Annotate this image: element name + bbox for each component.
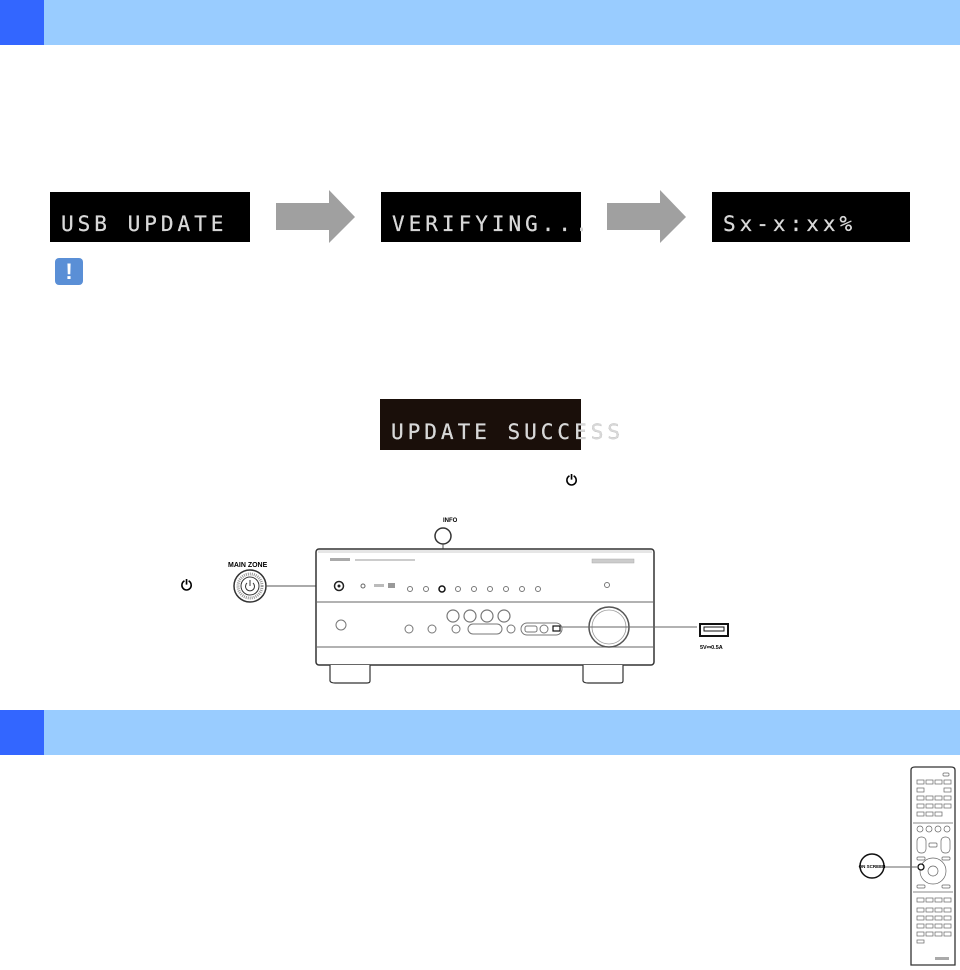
section-header-1 xyxy=(0,0,960,45)
on-screen-label: ON SCREEN xyxy=(859,864,886,869)
info-label: INFO xyxy=(443,518,458,524)
display-progress: Sx-x:xx% xyxy=(712,192,910,242)
usb-label: 5V⎓0.5A xyxy=(700,645,723,651)
display-usb-update: USB UPDATE xyxy=(50,192,250,242)
display-text: Sx-x:xx% xyxy=(723,212,857,236)
display-text: UPDATE SUCCESS xyxy=(391,420,625,444)
section-header-2 xyxy=(0,710,960,755)
arrow-right-icon xyxy=(607,190,686,243)
receiver-front-panel: INFO MAIN ZONE 5V⎓0.5A xyxy=(228,518,729,684)
display-verifying: VERIFYING... xyxy=(381,192,588,242)
main-zone-label: MAIN ZONE xyxy=(228,562,268,569)
usb-port xyxy=(552,625,561,632)
remote-control: ON SCREEN xyxy=(859,766,956,966)
power-icon: ⏻ xyxy=(181,577,193,593)
main-zone-power-knob[interactable] xyxy=(233,569,267,603)
display-update-success: UPDATE SUCCESS xyxy=(380,399,620,450)
arrow-right-icon xyxy=(276,190,355,243)
section-header-tab xyxy=(0,710,44,755)
on-screen-button[interactable] xyxy=(917,863,925,871)
info-button[interactable] xyxy=(434,527,452,545)
display-text: USB UPDATE xyxy=(61,212,228,236)
section-header-tab xyxy=(0,0,44,45)
note-icon: ! xyxy=(55,258,83,285)
power-icon: ⏻ xyxy=(566,472,578,488)
display-text: VERIFYING... xyxy=(392,212,592,236)
